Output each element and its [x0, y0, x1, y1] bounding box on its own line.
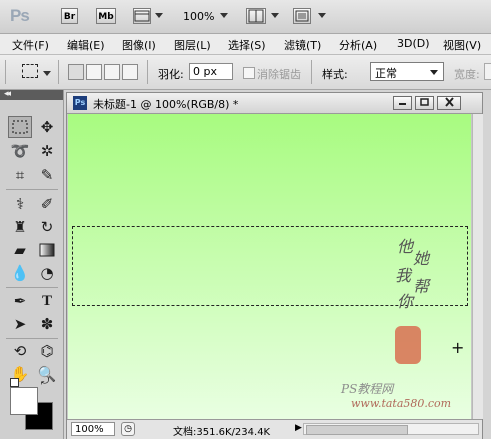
dodge-tool-icon[interactable]: ◔ — [35, 262, 59, 284]
chevron-down-icon — [430, 70, 438, 75]
history-brush-tool-icon[interactable]: ↻ — [35, 216, 59, 238]
intersect-selection-icon[interactable] — [122, 64, 138, 80]
extras-dropdown-icon[interactable] — [155, 13, 163, 18]
menu-filter[interactable]: 滤镜(T) — [284, 37, 321, 53]
style-label: 样式: — [322, 68, 348, 81]
clone-stamp-tool-icon[interactable]: ♜ — [8, 216, 32, 238]
healing-brush-tool-icon[interactable]: ⚕ — [8, 193, 32, 215]
new-selection-icon[interactable] — [68, 64, 84, 80]
options-grip — [5, 60, 6, 84]
eyedropper-tool-icon[interactable]: ✎ — [35, 164, 59, 186]
lasso-tool-icon[interactable]: ➰ — [8, 140, 32, 162]
calligraphy-char: 你 — [397, 292, 414, 311]
tools-panel-header[interactable]: ◂◂ — [0, 89, 63, 100]
maximize-icon[interactable] — [415, 96, 434, 110]
swap-colors-icon[interactable]: ⤾ — [41, 376, 49, 387]
screen-mode-icon[interactable] — [293, 8, 311, 24]
calligraphy-char: 他 — [397, 237, 414, 256]
horizontal-scrollbar[interactable] — [303, 423, 479, 435]
ps-document-icon: Ps — [73, 96, 87, 110]
divider — [147, 60, 148, 84]
photoshop-logo: Ps — [10, 6, 30, 25]
arrange-dropdown-icon[interactable] — [271, 13, 279, 18]
menu-select[interactable]: 选择(S) — [228, 37, 266, 53]
3d-camera-tool-icon[interactable]: ⌬ — [35, 340, 59, 362]
calligraphy-char: 她 — [413, 249, 430, 268]
document-title-bar[interactable]: Ps 未标题-1 @ 100%(RGB/8) * — [67, 93, 482, 114]
divider — [311, 60, 312, 84]
tools-panel: ◂◂ ✥ ➰ ✲ ⌗ ✎ ⚕ ✐ ♜ ↻ ▰ 💧 ◔ ✒ T ➤ ✽ ⟲ ⌬ ✋… — [0, 89, 64, 439]
crop-tool-icon[interactable]: ⌗ — [8, 164, 32, 186]
screen-mode-dropdown-icon[interactable] — [318, 13, 326, 18]
custom-shape-tool-icon[interactable]: ✽ — [35, 313, 59, 335]
magic-wand-tool-icon[interactable]: ✲ — [35, 140, 59, 162]
extras-icon[interactable] — [133, 8, 151, 24]
options-bar: 羽化: 0 px 消除锯齿 样式: 正常 宽度: — [0, 55, 491, 90]
document-title: 未标题-1 @ 100%(RGB/8) * — [93, 98, 239, 111]
width-label: 宽度: — [454, 68, 480, 81]
marquee-tool-icon[interactable] — [8, 116, 32, 138]
watermark-title: PS教程网 — [341, 382, 394, 396]
red-seal-stamp — [395, 326, 421, 364]
zoom-field[interactable]: 100% — [71, 422, 115, 436]
antialias-checkbox[interactable] — [243, 67, 255, 79]
menu-view[interactable]: 视图(V) — [443, 37, 481, 53]
watermark-url: www.tata580.com — [351, 397, 452, 410]
type-tool-icon[interactable]: T — [35, 290, 59, 312]
minimize-icon[interactable] — [393, 96, 412, 110]
calligraphy-char: 帮 — [413, 277, 430, 296]
pen-tool-icon[interactable]: ✒ — [8, 290, 32, 312]
path-selection-tool-icon[interactable]: ➤ — [8, 313, 32, 335]
collapse-icon[interactable]: ◂◂ — [4, 89, 11, 99]
menu-3d[interactable]: 3D(D) — [397, 37, 430, 50]
feather-label: 羽化: — [158, 68, 184, 81]
gradient-tool-icon[interactable] — [35, 239, 59, 261]
menu-image[interactable]: 图像(I) — [122, 37, 156, 53]
eraser-tool-icon[interactable]: ▰ — [8, 239, 32, 261]
mini-bridge-button[interactable]: Mb — [96, 8, 116, 24]
bridge-button[interactable]: Br — [61, 8, 78, 24]
document-size-info: 文档:351.6K/234.4K — [173, 427, 271, 438]
brush-tool-icon[interactable]: ✐ — [35, 193, 59, 215]
tool-preset-icon[interactable] — [22, 64, 38, 78]
menu-analysis[interactable]: 分析(A) — [339, 37, 377, 53]
calligraphy-char: 我 — [395, 266, 412, 285]
application-bar: Ps Br Mb 100% — [0, 0, 491, 34]
tool-divider — [6, 287, 58, 288]
move-tool-icon[interactable]: ✥ — [35, 116, 59, 138]
status-bar: 100% ◷ 文档:351.6K/234.4K ▶ — [67, 419, 482, 439]
arrange-documents-icon[interactable] — [246, 8, 266, 24]
tool-divider — [6, 189, 58, 190]
subtract-from-selection-icon[interactable] — [104, 64, 120, 80]
antialias-label: 消除锯齿 — [257, 68, 301, 81]
blur-tool-icon[interactable]: 💧 — [8, 262, 32, 284]
feather-input[interactable]: 0 px — [189, 63, 233, 80]
scrollbar-thumb[interactable] — [306, 425, 408, 435]
tool-preset-dropdown-icon[interactable] — [43, 71, 51, 76]
document-window: Ps 未标题-1 @ 100%(RGB/8) * 他 她 我 帮 你 + PS教… — [66, 92, 483, 439]
zoom-level[interactable]: 100% — [183, 10, 214, 23]
menu-file[interactable]: 文件(F) — [12, 37, 49, 53]
canvas[interactable]: 他 她 我 帮 你 + PS教程网 www.tata580.com — [68, 114, 471, 419]
add-to-selection-icon[interactable] — [86, 64, 102, 80]
crosshair-cursor-icon: + — [451, 338, 465, 357]
zoom-dropdown-icon[interactable] — [220, 13, 228, 18]
status-info-icon[interactable]: ◷ — [121, 422, 135, 436]
style-select-value: 正常 — [375, 67, 397, 80]
tool-divider — [6, 338, 58, 339]
style-select[interactable]: 正常 — [370, 62, 444, 81]
close-icon[interactable] — [437, 96, 461, 110]
menu-edit[interactable]: 编辑(E) — [67, 37, 105, 53]
default-colors-icon[interactable] — [10, 378, 19, 387]
status-menu-arrow-icon[interactable]: ▶ — [295, 423, 302, 433]
width-input[interactable] — [484, 63, 491, 80]
foreground-color-swatch[interactable] — [10, 387, 38, 415]
divider — [58, 60, 59, 84]
menu-layer[interactable]: 图层(L) — [174, 37, 211, 53]
vertical-scrollbar[interactable] — [472, 114, 483, 419]
menu-bar: 文件(F) 编辑(E) 图像(I) 图层(L) 选择(S) 滤镜(T) 分析(A… — [0, 34, 491, 55]
3d-rotate-tool-icon[interactable]: ⟲ — [8, 340, 32, 362]
